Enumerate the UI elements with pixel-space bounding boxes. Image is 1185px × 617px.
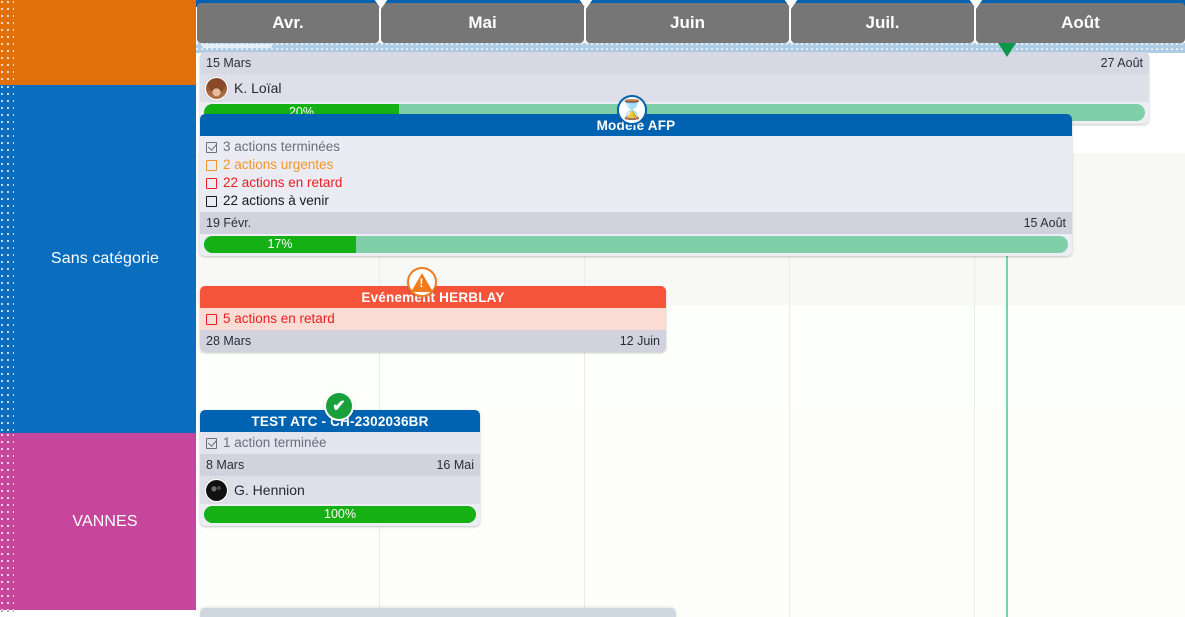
category-drag-grip[interactable] bbox=[0, 0, 14, 85]
task-date-range: 8 Mars 16 Mai bbox=[200, 454, 480, 476]
month-tab-juil[interactable]: Juil. bbox=[791, 3, 974, 43]
category-block-sans-catégorie[interactable]: Sans catégorie bbox=[14, 85, 196, 433]
month-tab-label: Août bbox=[1061, 13, 1100, 32]
action-count-done[interactable]: 3 actions terminées bbox=[206, 138, 1072, 156]
action-count-label: 5 actions en retard bbox=[223, 311, 335, 326]
task-end-date: 16 Mai bbox=[436, 458, 474, 472]
assignee-name: G. Hennion bbox=[234, 482, 305, 498]
next-task-card-stub[interactable] bbox=[200, 608, 676, 617]
checkbox-checked-icon bbox=[206, 437, 217, 449]
checkbox-checked-icon bbox=[206, 141, 217, 153]
ruler-scroll-handle[interactable] bbox=[202, 44, 272, 48]
action-count-label: 2 actions urgentes bbox=[223, 157, 334, 172]
category-drag-grip[interactable] bbox=[0, 433, 14, 610]
hourglass-icon[interactable]: ⌛ bbox=[617, 95, 647, 125]
action-count-urgent[interactable]: 2 actions urgentes bbox=[206, 156, 1072, 174]
category-drag-grip[interactable] bbox=[0, 85, 14, 433]
task-end-date: 12 Juin bbox=[619, 334, 660, 348]
exclamation-glyph bbox=[411, 272, 433, 292]
action-count-late[interactable]: 22 actions en retard bbox=[206, 174, 1072, 192]
month-tab-juin[interactable]: Juin bbox=[586, 3, 789, 43]
action-count-label: 3 actions terminées bbox=[223, 139, 341, 154]
task-start-date: 15 Mars bbox=[206, 56, 252, 70]
task-card-modele-afp[interactable]: Modèle AFP 3 actions terminées 2 actions u… bbox=[200, 114, 1072, 256]
task-start-date: 8 Mars bbox=[206, 458, 245, 472]
category-block[interactable] bbox=[14, 0, 196, 85]
task-start-date: 19 Févr. bbox=[206, 216, 252, 230]
task-card-evenement-herblay[interactable]: Evénement HERBLAY 5 actions en retard 28 M… bbox=[200, 286, 666, 352]
month-tab-avr[interactable]: Avr. bbox=[197, 3, 379, 43]
month-tab-aot[interactable]: Août bbox=[976, 3, 1185, 43]
checkbox-empty-icon bbox=[206, 177, 217, 189]
progress-percent-label: 100% bbox=[324, 507, 356, 521]
action-count-label: 1 action terminée bbox=[223, 435, 327, 450]
task-start-date: 28 Mars bbox=[206, 334, 252, 348]
checkbox-empty-icon bbox=[206, 159, 217, 171]
action-count-upcoming[interactable]: 22 actions à venir bbox=[206, 192, 1072, 210]
checkbox-empty-icon bbox=[206, 195, 217, 207]
checkbox-empty-icon bbox=[206, 313, 217, 325]
task-action-summary: 1 action terminée bbox=[200, 432, 480, 454]
avatar bbox=[206, 77, 227, 99]
task-date-range: 28 Mars 12 Juin bbox=[200, 330, 666, 352]
action-count-done[interactable]: 1 action terminée bbox=[206, 434, 480, 452]
task-end-date: 27 Août bbox=[1100, 56, 1143, 70]
assignee-name: K. Loïal bbox=[234, 80, 282, 96]
task-action-summary: 3 actions terminées 2 actions urgentes 22 … bbox=[200, 136, 1072, 212]
task-date-range: 19 Févr. 15 Août bbox=[200, 212, 1072, 234]
hourglass-glyph: ⌛ bbox=[620, 99, 644, 121]
task-progress-bar: 100% bbox=[204, 506, 476, 523]
task-card-test-atc[interactable]: TEST ATC - CH-2302036BR 1 action terminée… bbox=[200, 410, 480, 526]
category-label: VANNES bbox=[72, 512, 138, 530]
avatar bbox=[206, 479, 227, 501]
task-action-summary: 5 actions en retard bbox=[200, 308, 666, 330]
category-label: Sans catégorie bbox=[50, 250, 160, 268]
check-circle-icon[interactable]: ✔ bbox=[324, 391, 354, 421]
check-glyph: ✔ bbox=[326, 393, 352, 419]
task-assignee[interactable]: G. Hennion bbox=[200, 476, 480, 504]
warning-triangle-icon[interactable] bbox=[407, 267, 437, 297]
action-count-label: 22 actions en retard bbox=[223, 175, 343, 190]
month-tab-label: Juil. bbox=[865, 13, 900, 32]
category-block-vannes[interactable]: VANNES bbox=[14, 433, 196, 610]
month-tab-label: Mai bbox=[468, 13, 497, 32]
action-count-late[interactable]: 5 actions en retard bbox=[206, 310, 666, 328]
progress-percent-label: 17% bbox=[267, 237, 293, 251]
month-tab-label: Avr. bbox=[272, 13, 304, 32]
gantt-timeline-app: Avr. Mai Juin Juil. Août 15 Mars 27 Août K. Lo… bbox=[0, 0, 1185, 617]
task-assignee[interactable]: K. Loïal bbox=[200, 74, 1149, 102]
month-tab-mai[interactable]: Mai bbox=[381, 3, 584, 43]
month-tab-label: Juin bbox=[670, 13, 705, 32]
month-header-row: Avr. Mai Juin Juil. Août bbox=[196, 0, 1185, 43]
task-progress-bar: 17% bbox=[204, 236, 1068, 253]
action-count-label: 22 actions à venir bbox=[223, 193, 329, 208]
category-rail: Sans catégorie VANNES bbox=[0, 0, 196, 617]
timeline-panel: Avr. Mai Juin Juil. Août 15 Mars 27 Août K. Lo… bbox=[196, 0, 1185, 617]
task-end-date: 15 Août bbox=[1023, 216, 1066, 230]
